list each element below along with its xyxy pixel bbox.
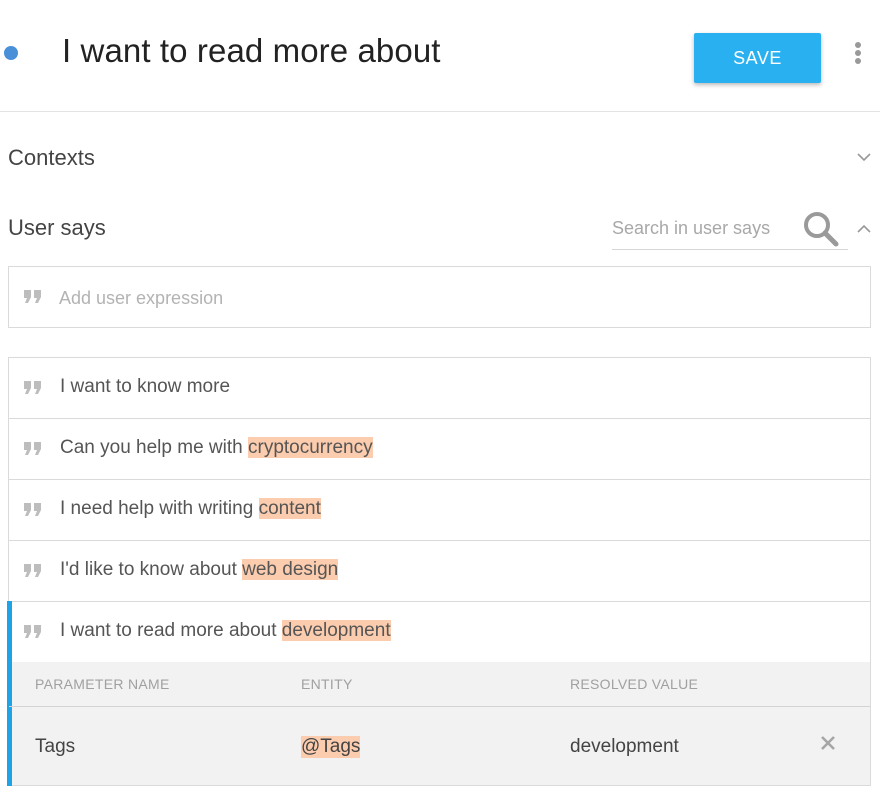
column-header-resolved-value: RESOLVED VALUE bbox=[570, 676, 699, 692]
add-expression-input[interactable] bbox=[59, 285, 839, 311]
user-says-search bbox=[612, 208, 848, 250]
expression-text[interactable]: I'd like to know about web design bbox=[60, 559, 339, 581]
quote-icon bbox=[23, 501, 43, 519]
entity-highlight[interactable]: cryptocurrency bbox=[248, 437, 373, 458]
save-button[interactable]: SAVE bbox=[694, 33, 821, 83]
expression-row[interactable]: I need help with writing content bbox=[9, 480, 870, 541]
parameter-value-cell[interactable]: development bbox=[570, 736, 679, 758]
quote-icon bbox=[23, 623, 43, 641]
search-icon[interactable] bbox=[802, 210, 840, 248]
parameter-table: PARAMETER NAME ENTITY RESOLVED VALUE Tag… bbox=[7, 662, 871, 786]
intent-header: I want to read more about SAVE bbox=[0, 0, 880, 112]
column-header-parameter-name: PARAMETER NAME bbox=[35, 676, 170, 692]
quote-icon bbox=[23, 379, 43, 397]
intent-name[interactable]: I want to read more about bbox=[62, 32, 441, 70]
expression-row[interactable]: I'd like to know about web design bbox=[9, 541, 870, 602]
expression-text[interactable]: I need help with writing content bbox=[60, 498, 321, 520]
chevron-down-icon[interactable] bbox=[857, 150, 871, 164]
entity-highlight[interactable]: web design bbox=[242, 559, 339, 580]
expression-text[interactable]: Can you help me with cryptocurrency bbox=[60, 437, 373, 459]
entity-highlight[interactable]: content bbox=[258, 498, 321, 519]
expression-text[interactable]: I want to read more about development bbox=[60, 620, 391, 642]
expression-row-selected[interactable]: I want to read more about development bbox=[7, 601, 870, 663]
parameter-entity-cell[interactable]: @Tags bbox=[301, 736, 361, 758]
parameter-table-header: PARAMETER NAME ENTITY RESOLVED VALUE bbox=[9, 662, 870, 707]
quote-icon bbox=[23, 440, 43, 458]
expression-list: I want to know more Can you help me with… bbox=[7, 357, 871, 663]
quote-icon bbox=[23, 288, 43, 306]
user-says-title[interactable]: User says bbox=[8, 215, 106, 241]
search-input[interactable] bbox=[612, 216, 792, 240]
parameter-name-cell[interactable]: Tags bbox=[35, 736, 75, 758]
contexts-title[interactable]: Contexts bbox=[8, 145, 95, 171]
expression-row[interactable]: I want to know more bbox=[9, 358, 870, 419]
expression-row[interactable]: Can you help me with cryptocurrency bbox=[9, 419, 870, 480]
status-dot bbox=[4, 46, 18, 60]
chevron-up-icon[interactable] bbox=[857, 222, 871, 236]
close-icon[interactable] bbox=[819, 734, 837, 752]
entity-highlight[interactable]: development bbox=[281, 620, 391, 641]
add-expression-box bbox=[8, 266, 871, 328]
more-options-icon[interactable] bbox=[848, 40, 868, 70]
expression-text[interactable]: I want to know more bbox=[60, 376, 230, 398]
quote-icon bbox=[23, 562, 43, 580]
column-header-entity: ENTITY bbox=[301, 676, 353, 692]
